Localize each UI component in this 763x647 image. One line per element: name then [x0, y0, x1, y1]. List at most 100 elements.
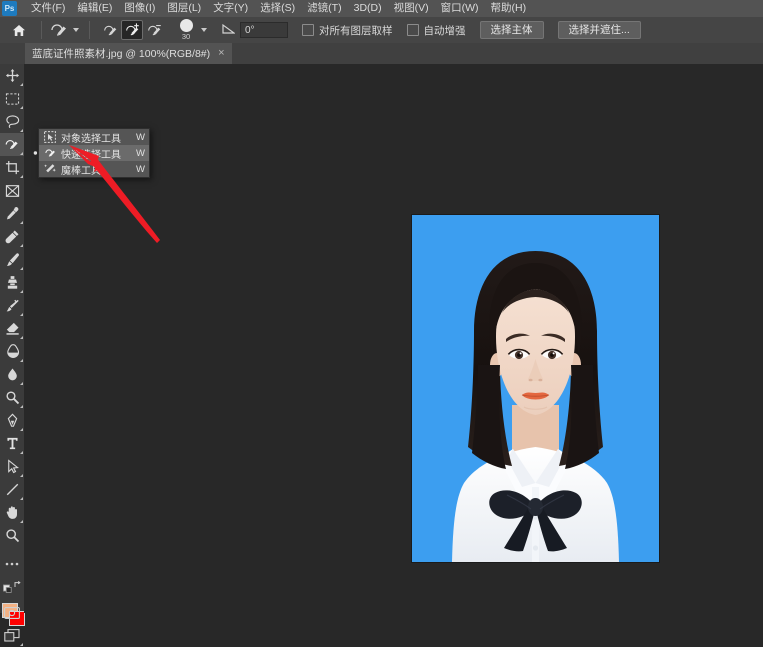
flyout-triangle-icon: [20, 221, 23, 224]
clone-stamp-tool[interactable]: [0, 271, 24, 294]
history-brush-tool[interactable]: [0, 294, 24, 317]
brush-tool[interactable]: [0, 248, 24, 271]
add-to-selection-button[interactable]: [121, 20, 143, 40]
blur-tool[interactable]: [0, 363, 24, 386]
flyout-triangle-icon: [20, 382, 23, 385]
flyout-triangle-icon: [20, 474, 23, 477]
new-selection-button[interactable]: [99, 20, 121, 40]
flyout-item-shortcut: W: [136, 163, 145, 175]
default-colors-icon[interactable]: [0, 575, 24, 598]
checkbox-box: [406, 24, 419, 36]
menu-type[interactable]: 文字(Y): [207, 0, 254, 17]
flyout-triangle-icon: [20, 428, 23, 431]
chevron-down-icon: [201, 28, 207, 32]
flyout-triangle-icon: [20, 106, 23, 109]
current-tool-marker-icon: [32, 145, 39, 161]
select-subject-button[interactable]: 选择主体: [479, 21, 544, 39]
close-icon[interactable]: ×: [218, 48, 224, 59]
flyout-triangle-icon: [20, 83, 23, 86]
brush-size-preview-icon: [179, 19, 193, 32]
flyout-item-shortcut: W: [136, 147, 145, 159]
dodge-tool[interactable]: [0, 386, 24, 409]
path-selection-tool[interactable]: [0, 455, 24, 478]
object-selection-icon: [43, 130, 57, 144]
tools-panel: [0, 64, 25, 646]
divider: [89, 21, 90, 39]
spot-healing-brush-tool[interactable]: [0, 225, 24, 248]
flyout-triangle-icon: [20, 643, 23, 646]
brush-preset-picker[interactable]: [47, 20, 84, 40]
chevron-down-icon: [73, 28, 79, 32]
auto-enhance-label: 自动增强: [423, 24, 466, 37]
menu-help[interactable]: 帮助(H): [485, 0, 533, 17]
quick-selection-tool-flyout[interactable]: 对象选择工具 W 快速选择工具 W 魔棒工具 W: [33, 128, 150, 178]
pen-tool[interactable]: [0, 409, 24, 432]
id-photo-image: [412, 215, 659, 562]
menu-view[interactable]: 视图(V): [388, 0, 435, 17]
quick-selection-tool[interactable]: [0, 133, 24, 156]
document-tab-title: 蓝底证件照素材.jpg @ 100%(RGB/8#): [32, 48, 211, 60]
flyout-item-magic-wand-tool[interactable]: 魔棒工具 W: [39, 161, 149, 177]
line-tool[interactable]: [0, 478, 24, 501]
flyout-item-object-selection-tool[interactable]: 对象选择工具 W: [39, 129, 149, 145]
document-tab[interactable]: 蓝底证件照素材.jpg @ 100%(RGB/8#) ×: [25, 43, 232, 64]
subtract-from-selection-button[interactable]: [143, 20, 165, 40]
eyedropper-tool[interactable]: [0, 202, 24, 225]
menu-bar: Ps 文件(F) 编辑(E) 图像(I) 图层(L) 文字(Y) 选择(S) 滤…: [0, 0, 763, 17]
checkbox-box: [302, 24, 314, 36]
flyout-triangle-icon: [20, 405, 23, 408]
angle-input[interactable]: 0°: [240, 22, 288, 38]
photoshop-logo-icon: Ps: [2, 1, 17, 16]
document-tab-bar: » 蓝底证件照素材.jpg @ 100%(RGB/8#) ×: [0, 43, 763, 99]
frame-tool[interactable]: [0, 179, 24, 202]
flyout-triangle-icon: [20, 313, 23, 316]
horizontal-type-tool[interactable]: [0, 432, 24, 455]
menu-image[interactable]: 图像(I): [118, 0, 161, 17]
flyout-item-label: 快速选择工具: [61, 149, 121, 161]
menu-filter[interactable]: 滤镜(T): [301, 0, 347, 17]
flyout-triangle-icon: [20, 129, 23, 132]
flyout-triangle-icon: [20, 520, 23, 523]
flyout-item-label: 对象选择工具: [61, 133, 121, 145]
menu-select[interactable]: 选择(S): [254, 0, 301, 17]
zoom-tool[interactable]: [0, 524, 24, 547]
eraser-tool[interactable]: [0, 317, 24, 340]
crop-tool[interactable]: [0, 156, 24, 179]
options-bar: 30 0° 对所有图层取样 自动增强 选择主体 选择并遮住...: [0, 17, 763, 44]
move-tool[interactable]: [0, 64, 24, 87]
flyout-triangle-icon: [20, 290, 23, 293]
quick-selection-brush-icon: [49, 21, 69, 39]
rectangular-marquee-tool[interactable]: [0, 87, 24, 110]
photoshop-window: Ps 文件(F) 编辑(E) 图像(I) 图层(L) 文字(Y) 选择(S) 滤…: [0, 0, 763, 646]
hand-tool[interactable]: [0, 501, 24, 524]
flyout-triangle-icon: [20, 244, 23, 247]
flyout-item-shortcut: W: [136, 131, 145, 143]
sample-all-layers-label: 对所有图层取样: [319, 24, 393, 37]
select-and-mask-button[interactable]: 选择并遮住...: [557, 21, 641, 39]
selection-mode-group: [99, 20, 165, 40]
menu-window[interactable]: 窗口(W): [435, 0, 485, 17]
gradient-tool[interactable]: [0, 340, 24, 363]
edit-toolbar-button[interactable]: [0, 552, 24, 575]
sample-all-layers-checkbox[interactable]: 对所有图层取样: [302, 23, 393, 38]
angle-icon: [222, 21, 236, 39]
brush-size-picker[interactable]: 30: [175, 18, 210, 42]
auto-enhance-checkbox[interactable]: 自动增强: [406, 23, 466, 38]
menu-file[interactable]: 文件(F): [25, 0, 71, 17]
menu-edit[interactable]: 编辑(E): [71, 0, 118, 17]
quick-selection-icon: [43, 146, 57, 160]
flyout-triangle-icon: [20, 267, 23, 270]
menu-layer[interactable]: 图层(L): [161, 0, 207, 17]
flyout-item-label: 魔棒工具: [61, 165, 101, 177]
divider: [41, 21, 42, 39]
lasso-tool[interactable]: [0, 110, 24, 133]
menu-3d[interactable]: 3D(D): [348, 0, 388, 17]
brush-size-value: 30: [181, 32, 191, 41]
flyout-triangle-icon: [20, 359, 23, 362]
flyout-item-quick-selection-tool[interactable]: 快速选择工具 W: [33, 145, 149, 161]
flyout-triangle-icon: [20, 152, 23, 155]
flyout-triangle-icon: [20, 175, 23, 178]
flyout-triangle-icon: [20, 451, 23, 454]
home-icon[interactable]: [8, 19, 30, 41]
screen-mode-toggle[interactable]: [0, 624, 24, 647]
